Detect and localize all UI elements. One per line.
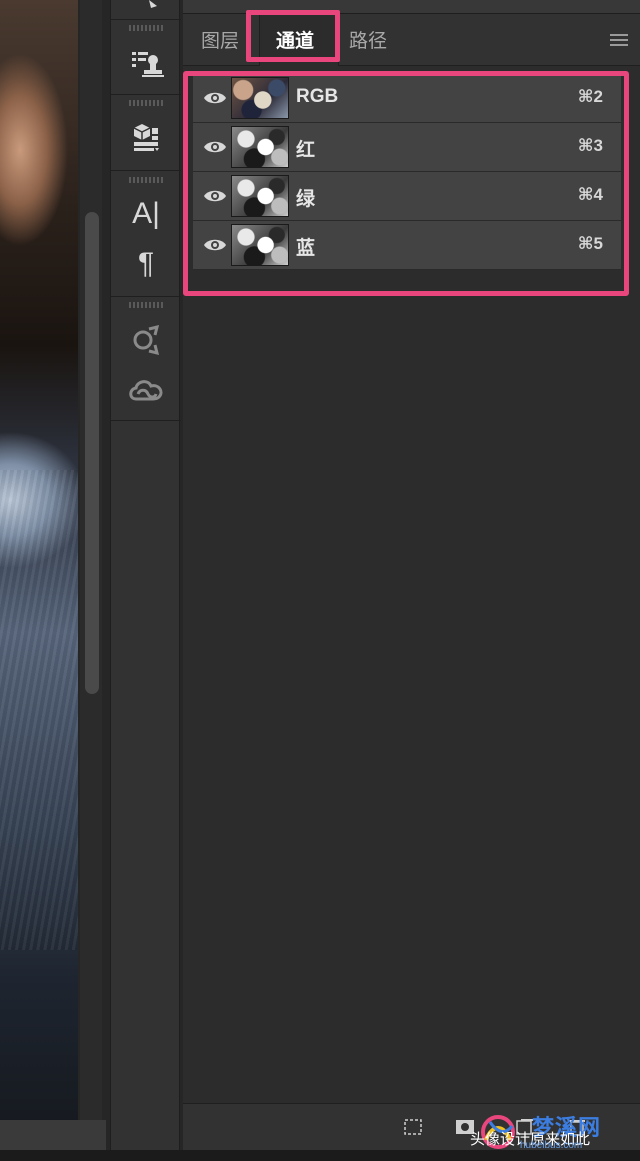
dock-separator [111, 170, 181, 171]
watermark-url: hubeibus.com [520, 1140, 583, 1151]
watermark: 梦溪网 头像设计原来如此 hubeibus.com [470, 1110, 640, 1156]
history-brush-icon[interactable] [111, 0, 181, 20]
dock-grip[interactable] [129, 177, 163, 183]
annotation-highlight-channels-tab [246, 10, 340, 62]
3d-icon[interactable] [111, 116, 181, 160]
dock-top [111, 0, 181, 20]
photoshop-window: A| ¶ 图层 通道 路径 RGB ⌘2 红 ⌘3 绿 ⌘4 蓝 ⌘5 梦溪网 … [0, 0, 640, 1161]
panel-dock-strip: A| ¶ [110, 0, 181, 1150]
dock-separator [111, 420, 181, 421]
annotation-highlight-channel-list [183, 71, 629, 296]
canvas-bottom-bar [0, 1120, 106, 1150]
panel-menu-icon[interactable] [610, 34, 628, 48]
canvas-scrollbar-thumb[interactable] [85, 212, 99, 694]
dock-separator [111, 94, 181, 95]
character-icon[interactable]: A| [111, 192, 181, 236]
canvas-texture [0, 470, 78, 950]
dock-grip[interactable] [129, 100, 163, 106]
paragraph-icon[interactable]: ¶ [111, 242, 181, 286]
dock-grip[interactable] [129, 302, 163, 308]
load-selection-icon[interactable] [403, 1118, 423, 1136]
paragraph-glyph: ¶ [137, 247, 155, 280]
dock-separator [111, 296, 181, 297]
creative-cloud-icon[interactable] [111, 368, 181, 412]
tab-paths[interactable]: 路径 [349, 28, 387, 56]
libraries-icon[interactable] [111, 318, 181, 362]
dock-grip[interactable] [129, 25, 163, 31]
character-glyph: A| [132, 197, 160, 230]
clone-source-icon[interactable] [111, 40, 181, 84]
tab-layers[interactable]: 图层 [201, 28, 239, 56]
